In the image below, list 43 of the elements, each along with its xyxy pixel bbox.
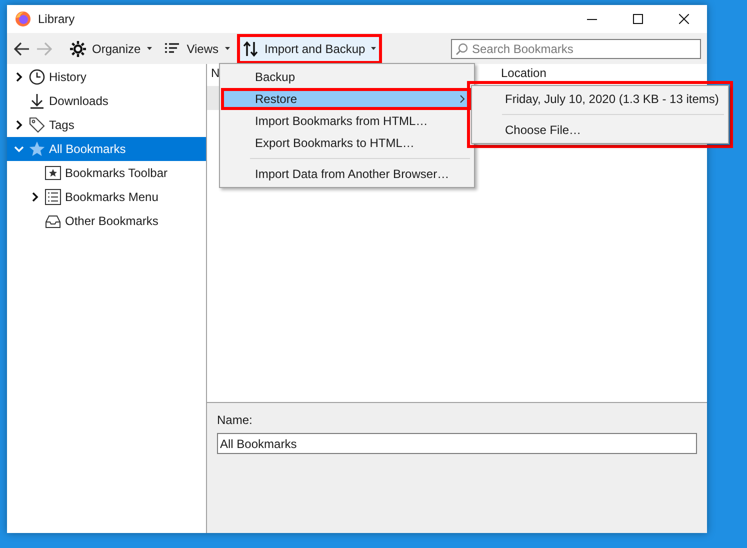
- star-icon: [29, 141, 45, 157]
- dropdown-caret-icon: [224, 47, 230, 50]
- name-label: Name:: [217, 412, 254, 429]
- list-box-icon: [45, 189, 61, 205]
- tree-item[interactable]: All Bookmarks: [7, 137, 206, 161]
- dropdown-caret-icon: [371, 47, 376, 50]
- toolbar-button[interactable]: Import and Backup: [236, 34, 382, 64]
- tree-item[interactable]: Other Bookmarks: [7, 209, 206, 233]
- menu-item[interactable]: Choose File…: [474, 119, 726, 141]
- chevron-right-icon: [30, 192, 40, 202]
- chevron-right-icon: [14, 120, 24, 130]
- download-icon: [29, 93, 45, 109]
- search-icon: [456, 42, 468, 54]
- dropdown-caret-icon: [146, 47, 152, 50]
- up-down-arrows-icon: [242, 40, 258, 56]
- tree-item[interactable]: Downloads: [7, 89, 206, 113]
- window-title: Library: [38, 11, 75, 28]
- maximize-icon: [633, 14, 643, 24]
- chevron-down-icon: [14, 144, 24, 154]
- menu-item[interactable]: Friday, July 10, 2020 (1.3 KB - 13 items): [474, 88, 726, 110]
- back-icon: [14, 42, 30, 56]
- menu-item[interactable]: Backup: [221, 66, 473, 88]
- tree-item[interactable]: Bookmarks Menu: [7, 185, 206, 209]
- search-input[interactable]: Search Bookmarks: [472, 40, 696, 58]
- tray-icon: [45, 213, 61, 229]
- star-frame-icon: [45, 165, 61, 181]
- clock-icon: [29, 69, 45, 85]
- tree-item[interactable]: History: [7, 65, 206, 89]
- close-icon: [679, 14, 689, 24]
- menu-item[interactable]: Restore: [221, 88, 473, 110]
- chevron-right-icon: [14, 72, 24, 82]
- name-field[interactable]: All Bookmarks: [217, 433, 697, 454]
- browser-logo-icon: [15, 11, 31, 27]
- gear-icon: [70, 40, 86, 56]
- column-header[interactable]: Location: [497, 64, 707, 82]
- toolbar-button[interactable]: Views: [158, 34, 236, 64]
- forward-icon: [36, 42, 52, 56]
- tag-icon: [29, 117, 45, 133]
- tree-item[interactable]: Bookmarks Toolbar: [7, 161, 206, 185]
- tree-item[interactable]: Tags: [7, 113, 206, 137]
- menu-item[interactable]: Import Data from Another Browser…: [221, 163, 473, 185]
- toolbar-button[interactable]: Organize: [64, 34, 158, 64]
- search-field[interactable]: Search Bookmarks: [451, 38, 701, 58]
